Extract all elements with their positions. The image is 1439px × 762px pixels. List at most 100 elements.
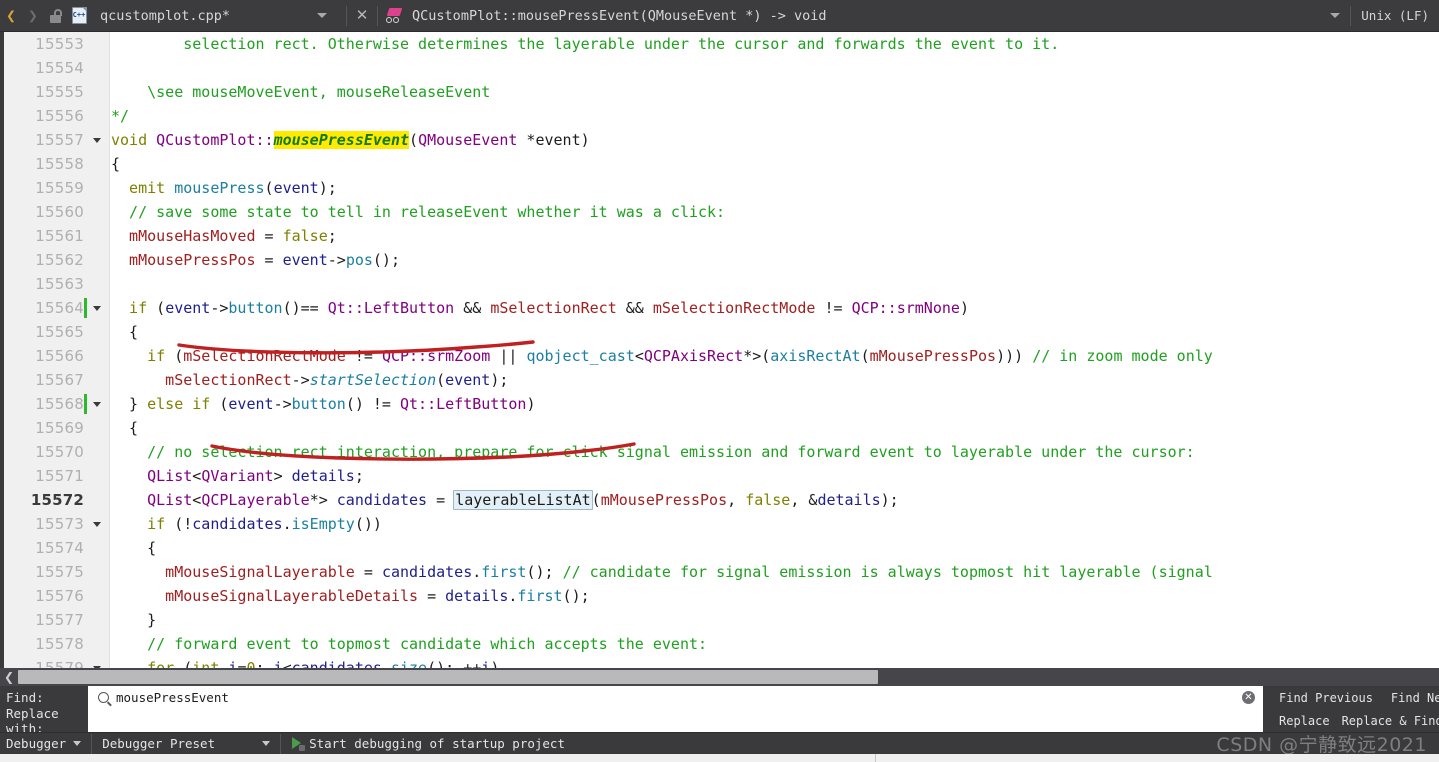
fold-toggle-icon[interactable]	[92, 392, 102, 416]
code-line[interactable]: 15579 for (int i=0; i<candidates.size();…	[0, 656, 1439, 668]
code-line[interactable]: 15559 emit mousePress(event);	[0, 176, 1439, 200]
line-number: 15578	[35, 635, 84, 653]
code-line[interactable]: 15560 // save some state to tell in rele…	[0, 200, 1439, 224]
code-line[interactable]: 15573 if (!candidates.isEmpty())	[0, 512, 1439, 536]
chevron-down-icon[interactable]	[1330, 13, 1341, 18]
code-token: if	[111, 515, 175, 533]
line-number: 15558	[35, 155, 84, 173]
debugger-preset-label: Debugger Preset	[102, 736, 216, 751]
code-line[interactable]: 15563	[0, 272, 1439, 296]
code-line[interactable]: 15565 {	[0, 320, 1439, 344]
code-line[interactable]: 15576 mMouseSignalLayerableDetails = det…	[0, 584, 1439, 608]
replace-button[interactable]: Replace	[1279, 714, 1330, 728]
line-number: 15568	[35, 395, 84, 413]
code-line[interactable]: 15570 // no selection rect interaction, …	[0, 440, 1439, 464]
find-next-button[interactable]: Find Next	[1391, 691, 1439, 705]
find-input[interactable]: mousePressEvent ✕	[88, 686, 1263, 709]
line-number: 15553	[35, 35, 84, 53]
code-line[interactable]: 15564 if (event->button()== Qt::LeftButt…	[0, 296, 1439, 320]
code-text: mMouseHasMoved = false;	[111, 224, 337, 248]
code-token: QCPLayerable	[201, 491, 310, 509]
code-token: event	[273, 179, 319, 197]
close-tab-button[interactable]: ✕	[351, 0, 373, 32]
code-line[interactable]: 15562 mMousePressPos = event->pos();	[0, 248, 1439, 272]
horizontal-scrollbar[interactable]: ❮	[0, 668, 1439, 686]
open-file-tab[interactable]: qcustomplot.cpp*	[100, 8, 230, 24]
debugger-selector[interactable]: Debugger	[0, 736, 87, 751]
code-line[interactable]: 15558 {	[0, 152, 1439, 176]
search-icon	[98, 692, 109, 703]
replace-and-find-button[interactable]: Replace & Find	[1342, 714, 1439, 728]
code-token: (	[591, 491, 601, 509]
lock-toggle-button[interactable]	[44, 0, 66, 32]
clear-icon[interactable]: ✕	[1242, 691, 1255, 704]
code-token: <	[634, 347, 644, 365]
code-line[interactable]: 15578 // forward event to topmost candid…	[0, 632, 1439, 656]
code-editor[interactable]: 15553 selection rect. Otherwise determin…	[0, 32, 1439, 668]
horizontal-scrollbar-thumb[interactable]	[18, 670, 878, 684]
code-text: */	[111, 104, 129, 128]
find-row: Find: mousePressEvent ✕ Find Previous Fi…	[0, 686, 1439, 709]
code-token: mSelectionRect	[111, 371, 292, 389]
code-token: )))	[996, 347, 1033, 365]
code-line[interactable]: 15572 QList<QCPLayerable*> candidates = …	[0, 488, 1439, 512]
code-token: candidates	[336, 491, 428, 509]
code-token: .	[472, 563, 482, 581]
code-text: \see mouseMoveEvent, mouseReleaseEvent	[111, 80, 490, 104]
code-line[interactable]: 15556 */	[0, 104, 1439, 128]
code-token: button	[228, 299, 283, 317]
code-line[interactable]: 15561 mMouseHasMoved = false;	[0, 224, 1439, 248]
find-previous-button[interactable]: Find Previous	[1279, 691, 1373, 705]
line-number: 15571	[35, 467, 84, 485]
code-token: mSelectionRect	[490, 299, 617, 317]
code-line[interactable]: 15574 {	[0, 536, 1439, 560]
line-number: 15560	[35, 203, 84, 221]
scrollbar-track[interactable]	[18, 668, 1439, 686]
scroll-left-button[interactable]: ❮	[0, 668, 18, 686]
code-line[interactable]: 15554	[0, 56, 1439, 80]
start-debugging-button[interactable]: Start debugging of startup project	[285, 736, 571, 751]
code-token: if	[111, 299, 157, 317]
code-text: void QCustomPlot::mousePressEvent(QMouse…	[111, 128, 590, 152]
code-line[interactable]: 15557 void QCustomPlot::mousePressEvent(Q…	[0, 128, 1439, 152]
code-token: size	[390, 659, 428, 668]
code-text: {	[111, 416, 138, 440]
nav-back-button[interactable]: ❮	[0, 0, 22, 32]
code-line[interactable]: 15568 } else if (event->button() != Qt::…	[0, 392, 1439, 416]
fold-toggle-icon[interactable]	[92, 296, 102, 320]
code-token: ->	[291, 371, 310, 389]
toolbar-right-group: Unix (LF)	[1330, 5, 1439, 26]
debugger-preset-selector[interactable]: Debugger Preset	[96, 736, 276, 751]
symbol-selector[interactable]: QCustomPlot::mousePressEvent(QMouseEvent…	[412, 8, 827, 24]
modified-line-marker	[84, 298, 87, 318]
code-token: ::	[255, 131, 274, 149]
close-icon: ✕	[355, 6, 369, 24]
code-line[interactable]: 15566 if (mSelectionRectMode != QCP::srm…	[0, 344, 1439, 368]
fold-toggle-icon[interactable]	[92, 128, 102, 152]
code-line[interactable]: 15555 \see mouseMoveEvent, mouseReleaseE…	[0, 80, 1439, 104]
fold-toggle-icon[interactable]	[92, 656, 102, 668]
code-token: false	[282, 227, 328, 245]
code-line[interactable]: 15577 }	[0, 608, 1439, 632]
code-line[interactable]: 15553 selection rect. Otherwise determin…	[0, 32, 1439, 56]
code-token: i	[273, 659, 283, 668]
code-line[interactable]: 15571 QList<QVariant> details;	[0, 464, 1439, 488]
code-token: for	[111, 659, 184, 668]
line-ending-selector[interactable]: Unix (LF)	[1361, 8, 1429, 23]
start-debugging-label: Start debugging of startup project	[309, 736, 565, 751]
code-token: first	[481, 563, 527, 581]
tab-list-dropdown-button[interactable]	[302, 0, 342, 32]
code-line[interactable]: 15575 mMouseSignalLayerable = candidates…	[0, 560, 1439, 584]
code-token: mMousePressPos	[111, 251, 256, 269]
code-line[interactable]: 15569 {	[0, 416, 1439, 440]
code-token: <	[282, 659, 292, 668]
chevron-down-icon	[73, 741, 82, 746]
code-token: details	[291, 467, 355, 485]
fold-toggle-icon[interactable]	[92, 512, 102, 536]
code-line[interactable]: 15567 mSelectionRect->startSelection(eve…	[0, 368, 1439, 392]
replace-input[interactable]	[88, 709, 1263, 732]
line-number: 15565	[35, 323, 84, 341]
code-token: {	[111, 323, 139, 341]
line-number: 15554	[35, 59, 84, 77]
nav-forward-button[interactable]: ❯	[22, 0, 44, 32]
